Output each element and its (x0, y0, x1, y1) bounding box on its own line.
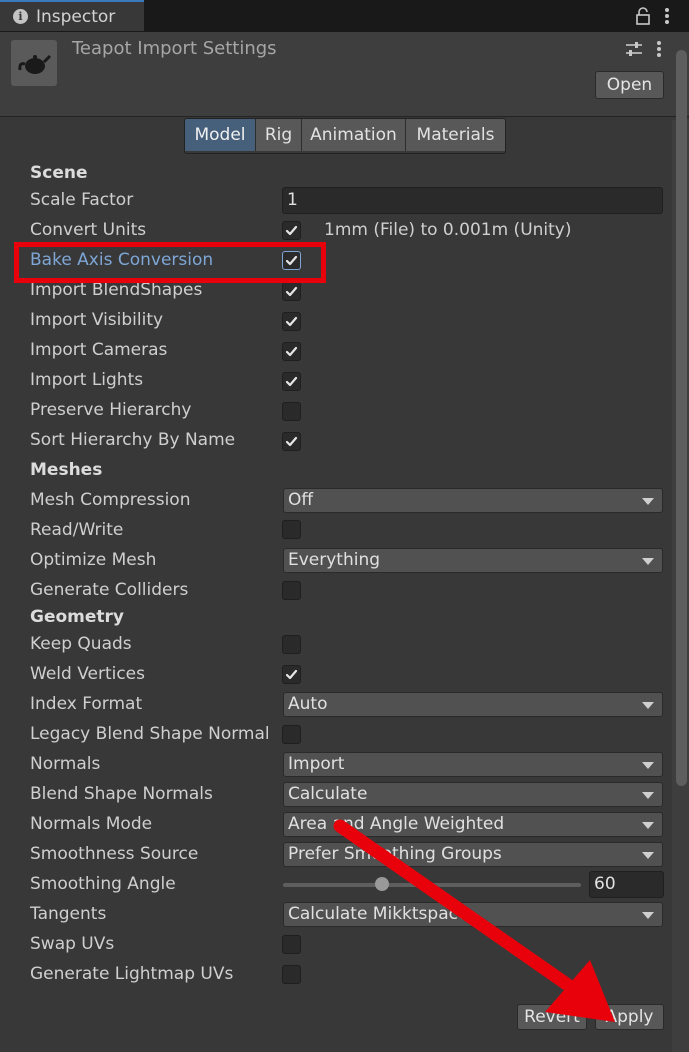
annotation-arrow-icon (333, 819, 615, 1022)
